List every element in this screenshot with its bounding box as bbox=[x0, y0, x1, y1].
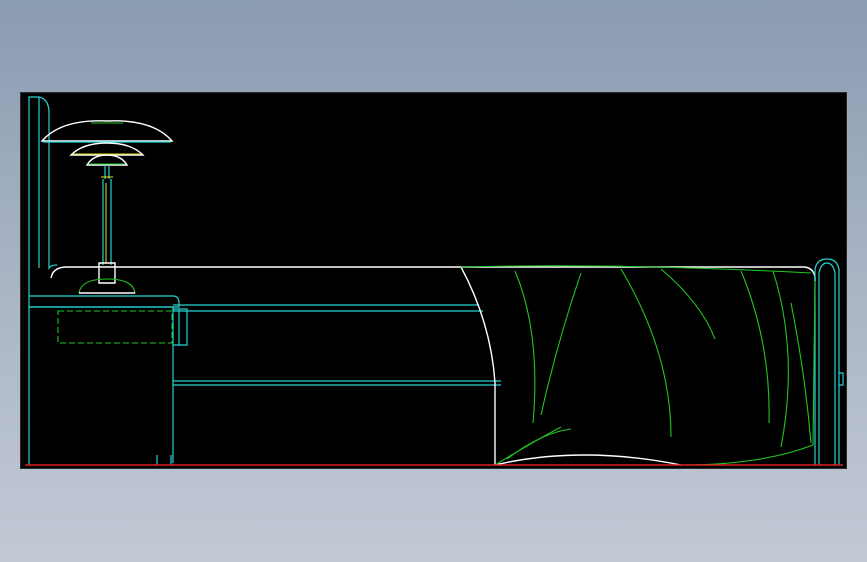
bed-frame bbox=[50, 266, 816, 386]
blanket bbox=[460, 265, 816, 466]
nightstand-drawer bbox=[57, 310, 173, 344]
bed-elevation-drawing bbox=[25, 96, 844, 466]
cad-drawing-viewport[interactable] bbox=[20, 92, 847, 469]
footboard bbox=[814, 258, 844, 465]
nightstand bbox=[29, 295, 188, 465]
headboard bbox=[28, 96, 58, 465]
